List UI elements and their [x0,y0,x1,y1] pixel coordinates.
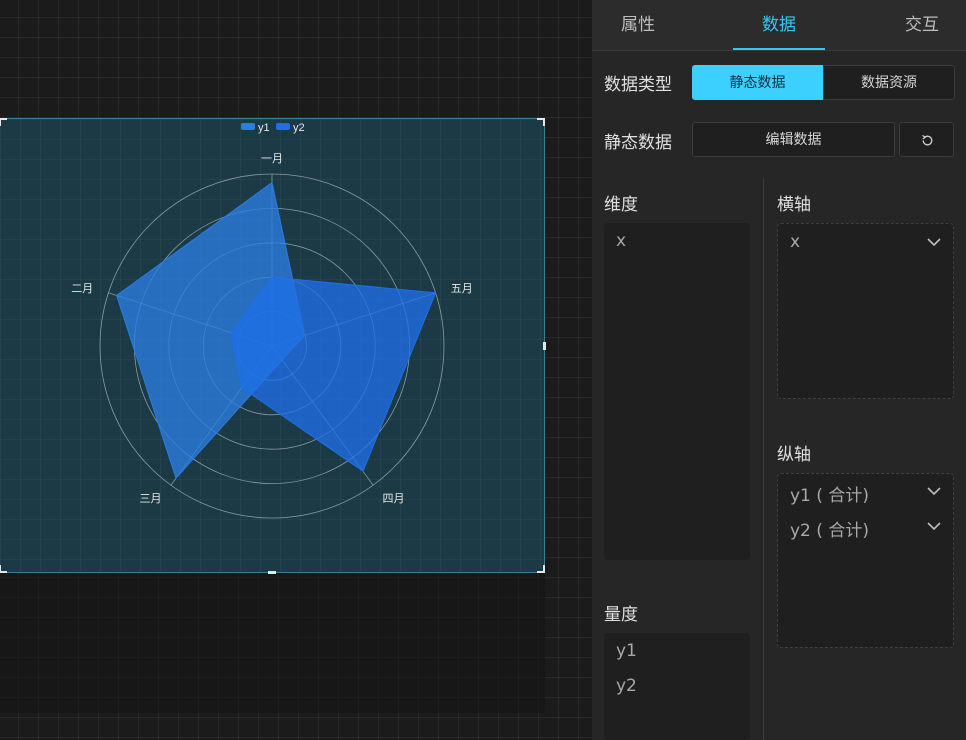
data-resource-option[interactable]: 数据资源 [823,65,955,100]
y-axis-drop-zone[interactable]: y1 ( 合计) y2 ( 合计) [777,473,954,648]
radar-series-y2[interactable] [230,276,437,472]
static-data-option[interactable]: 静态数据 [692,65,823,100]
tab-data[interactable]: 数据 [733,0,825,51]
canvas-placeholder-block [0,573,545,713]
column-divider [763,178,764,740]
y-axis-label: 纵轴 [777,445,811,465]
measure-field-y1[interactable]: y1 [616,641,637,661]
radar-indicator-label: 四月 [383,493,405,505]
dimension-label: 维度 [604,195,638,215]
panel-tabs: 属性 数据 交互 [592,0,966,51]
radar-chart-widget[interactable]: 一月五月四月 三月 二月 y1 y2 [0,118,546,574]
tab-properties[interactable]: 属性 [592,0,684,51]
resize-handle-top-left[interactable] [0,118,7,126]
reset-button[interactable] [899,122,954,157]
x-axis-label: 横轴 [777,195,811,215]
radar-indicator-label: 五月 [451,283,473,295]
tab-interaction[interactable]: 交互 [882,0,962,51]
design-canvas[interactable]: 一月五月四月 三月 二月 y1 y2 [0,0,592,740]
legend-label-y1[interactable]: y1 [258,122,270,134]
resize-handle-top-right[interactable] [537,118,545,126]
x-axis-field-x[interactable]: x [790,232,800,252]
legend-swatch-y2 [276,123,290,130]
chevron-down-icon[interactable] [927,486,941,496]
resize-handle-bottom-left[interactable] [0,565,7,573]
legend-label-y2[interactable]: y2 [293,122,305,134]
active-tab-indicator [733,48,825,50]
edit-data-button[interactable]: 编辑数据 [692,122,895,157]
chevron-down-icon[interactable] [927,237,941,247]
resize-handle-bottom[interactable] [268,571,276,574]
x-axis-drop-zone[interactable]: x [777,223,954,399]
static-data-label: 静态数据 [604,133,672,153]
dimension-field-x[interactable]: x [616,231,626,251]
measure-list: y1 y2 [604,633,750,740]
measure-field-y2[interactable]: y2 [616,676,637,696]
legend-swatch-y1 [241,123,255,130]
refresh-icon [922,134,933,146]
radar-indicator-label: 三月 [140,493,162,505]
radar-chart: 一月五月四月 三月 二月 y1 y2 [71,122,473,519]
radar-indicator-label: 二月 [71,283,93,295]
dimension-list: x [604,223,750,560]
data-type-label: 数据类型 [604,75,672,95]
resize-handle-bottom-right[interactable] [537,565,545,573]
y-axis-field-y2[interactable]: y2 ( 合计) [790,516,869,541]
y-axis-field-y1[interactable]: y1 ( 合计) [790,481,869,506]
resize-handle-right[interactable] [543,342,546,350]
measure-label: 量度 [604,605,638,625]
config-panel: 属性 数据 交互 数据类型 静态数据 数据资源 静态数据 编辑数据 维度 x 量… [592,0,966,740]
radar-indicator-label: 一月 [261,153,283,165]
chevron-down-icon[interactable] [927,521,941,531]
